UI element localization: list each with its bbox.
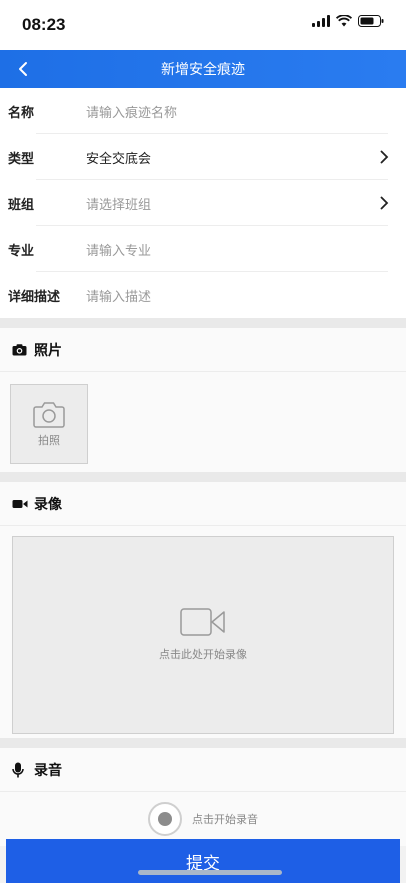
camera-icon — [33, 401, 65, 428]
microphone-icon — [12, 762, 30, 778]
photo-body: 拍照 — [0, 372, 406, 472]
chevron-right-icon — [376, 195, 392, 211]
record-dot-icon — [158, 812, 172, 826]
video-body: 点击此处开始录像 — [0, 526, 406, 738]
row-label: 专业 — [8, 243, 35, 259]
page-title: 新增安全痕迹 — [161, 62, 245, 78]
audio-section-title: 录音 — [34, 762, 62, 779]
description-input[interactable]: 请输入描述 — [86, 286, 392, 305]
specialty-input[interactable]: 请输入专业 — [86, 240, 392, 259]
video-section-title: 录像 — [34, 496, 62, 513]
home-indicator — [138, 870, 282, 875]
section-divider — [0, 738, 406, 748]
audio-body: 点击开始录音 — [0, 792, 406, 846]
camera-icon — [12, 343, 30, 356]
name-input[interactable]: 请输入痕迹名称 — [86, 102, 392, 121]
row-label: 类型 — [8, 151, 35, 167]
back-button[interactable] — [8, 54, 38, 84]
video-section: 录像 点击此处开始录像 — [0, 482, 406, 738]
row-label: 详细描述 — [8, 289, 61, 305]
video-icon — [12, 499, 30, 509]
section-divider — [0, 472, 406, 482]
take-photo-label: 拍照 — [38, 433, 60, 447]
audio-section: 录音 点击开始录音 — [0, 748, 406, 846]
chevron-left-icon — [19, 62, 27, 76]
status-bar: 08:23 — [0, 0, 406, 50]
start-recording-video-button[interactable]: 点击此处开始录像 — [12, 536, 394, 734]
chevron-right-icon — [376, 149, 392, 165]
team-select[interactable]: 请选择班组 — [86, 194, 376, 213]
photo-section-header: 照片 — [0, 328, 406, 372]
form-row-specialty[interactable]: 专业 请输入专业 — [0, 226, 406, 272]
audio-section-header: 录音 — [0, 748, 406, 792]
form-row-description[interactable]: 详细描述 请输入描述 — [0, 272, 406, 318]
photo-section-title: 照片 — [34, 342, 62, 359]
video-section-header: 录像 — [0, 482, 406, 526]
record-audio-button[interactable] — [148, 802, 182, 836]
take-photo-button[interactable]: 拍照 — [10, 384, 88, 464]
form-row-name[interactable]: 名称 请输入痕迹名称 — [0, 88, 406, 134]
status-icons — [312, 15, 384, 27]
navbar: 新增安全痕迹 — [0, 50, 406, 88]
type-select[interactable]: 安全交底会 — [86, 148, 376, 167]
submit-button[interactable]: 提交 — [6, 839, 400, 883]
form-row-team[interactable]: 班组 请选择班组 — [0, 180, 406, 226]
signal-icon — [312, 15, 330, 27]
row-label: 班组 — [8, 197, 35, 213]
audio-hint: 点击开始录音 — [192, 813, 258, 826]
row-label: 名称 — [8, 105, 35, 121]
video-hint: 点击此处开始录像 — [159, 648, 247, 661]
wifi-icon — [336, 15, 352, 27]
photo-section: 照片 拍照 — [0, 328, 406, 472]
battery-icon — [358, 15, 384, 27]
form: 名称 请输入痕迹名称 类型 安全交底会 班组 请选择班组 专业 请输入专业 详细… — [0, 88, 406, 318]
form-row-type[interactable]: 类型 安全交底会 — [0, 134, 406, 180]
video-camera-icon — [180, 608, 225, 636]
section-divider — [0, 318, 406, 328]
status-time: 08:23 — [22, 15, 66, 34]
